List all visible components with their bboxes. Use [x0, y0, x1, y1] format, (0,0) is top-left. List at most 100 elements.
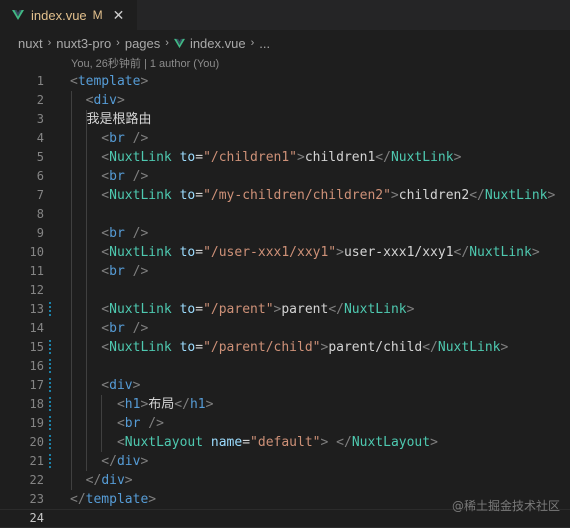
code-token: "/user-xxx1/xxy1" [203, 245, 337, 260]
code-line[interactable]: 8 [0, 205, 570, 224]
chevron-right-icon: › [47, 37, 52, 49]
code-token: div [101, 473, 125, 488]
code-token: </ [174, 397, 190, 412]
code-token: = [195, 340, 204, 355]
code-token: NuxtLink [109, 302, 172, 317]
code-token: NuxtLink [469, 245, 532, 260]
code-token: parent/child [328, 340, 423, 355]
code-editor[interactable]: 1 <template> 2 <div> 3 我是根路由 4 <br /> 5 <Nuxt… [0, 72, 570, 528]
code-token: to [171, 340, 196, 355]
code-text: <br /> [70, 414, 164, 433]
code-token: </ [328, 302, 344, 317]
code-text: <br /> [70, 167, 148, 186]
code-text: <template> [70, 72, 148, 91]
editor-tab-bar: index.vue M ✕ [0, 0, 570, 30]
git-change-marker[interactable] [49, 454, 51, 469]
chevron-right-icon: › [250, 37, 255, 49]
codelens-blame[interactable]: You, 26秒钟前 | 1 author (You) [71, 55, 219, 71]
code-line[interactable]: 5 <NuxtLink to="/children1">children1</N… [0, 148, 570, 167]
line-number: 9 [36, 226, 44, 240]
git-change-marker[interactable] [49, 435, 51, 450]
code-token: > [297, 150, 305, 165]
code-token: > [205, 397, 214, 412]
breadcrumb-item-index-vue[interactable]: index.vue [190, 36, 246, 51]
line-number: 1 [36, 74, 44, 88]
breadcrumb-item-nuxt[interactable]: nuxt [18, 36, 43, 51]
code-line[interactable]: 16 [0, 357, 570, 376]
breadcrumb-item-nuxt3-pro[interactable]: nuxt3-pro [56, 36, 111, 51]
code-token: NuxtLink [484, 188, 548, 203]
code-line[interactable]: 21 </div> [0, 452, 570, 471]
vue-icon [12, 10, 24, 20]
git-change-marker[interactable] [49, 416, 51, 431]
code-token: br [124, 416, 141, 431]
code-text: </template> [70, 490, 156, 509]
line-number: 24 [29, 511, 44, 525]
code-line[interactable]: 20 <NuxtLayout name="default"> </NuxtLay… [0, 433, 570, 452]
code-line[interactable]: 1 <template> [0, 72, 570, 91]
code-token: 布局 [148, 397, 175, 412]
code-token: < [70, 378, 110, 393]
code-token: < [70, 264, 110, 279]
code-token: "/children1" [203, 150, 297, 165]
code-line[interactable]: 3 我是根路由 [0, 110, 570, 129]
code-token: = [195, 302, 204, 317]
git-change-marker[interactable] [49, 378, 51, 393]
code-text: <h1>布局</h1> [70, 395, 213, 414]
code-token: > [453, 150, 462, 165]
code-line[interactable]: 18 <h1>布局</h1> [0, 395, 570, 414]
code-token: = [195, 150, 204, 165]
breadcrumb-item-more[interactable]: ... [259, 36, 270, 51]
code-token: > </ [320, 435, 352, 450]
code-token: < [70, 226, 110, 241]
code-token: NuxtLayout [351, 435, 431, 450]
git-change-marker[interactable] [49, 340, 51, 355]
code-line[interactable]: 11 <br /> [0, 262, 570, 281]
line-number: 3 [36, 112, 44, 126]
code-token: > [531, 245, 540, 260]
code-line[interactable]: 6 <br /> [0, 167, 570, 186]
code-token: < [70, 188, 110, 203]
line-number: 12 [29, 283, 44, 297]
code-token: to [171, 150, 196, 165]
code-text: <br /> [70, 224, 148, 243]
code-line[interactable]: 9 <br /> [0, 224, 570, 243]
code-line[interactable]: 4 <br /> [0, 129, 570, 148]
code-token: /> [140, 416, 164, 431]
code-line[interactable]: 13 <NuxtLink to="/parent">parent</NuxtLi… [0, 300, 570, 319]
breadcrumb-item-pages[interactable]: pages [125, 36, 160, 51]
close-icon[interactable]: ✕ [113, 7, 125, 24]
code-token: < [70, 397, 125, 412]
code-line[interactable]: 12 [0, 281, 570, 300]
code-line[interactable]: 7 <NuxtLink to="/my-children/children2">… [0, 186, 570, 205]
code-line[interactable]: 2 <div> [0, 91, 570, 110]
git-change-marker[interactable] [49, 302, 51, 317]
code-line[interactable]: 15 <NuxtLink to="/parent/child">parent/c… [0, 338, 570, 357]
code-line[interactable]: 10 <NuxtLink to="/user-xxx1/xxy1">user-x… [0, 243, 570, 262]
indent-guide [86, 281, 87, 300]
code-token: > [430, 435, 438, 450]
code-token: /> [124, 264, 149, 279]
code-token: NuxtLayout [124, 435, 204, 450]
code-token: template [85, 492, 149, 507]
vue-icon [173, 38, 185, 48]
code-text: <NuxtLink to="/my-children/children2">ch… [70, 186, 555, 205]
code-token: parent [281, 302, 329, 317]
code-line[interactable]: 17 <div> [0, 376, 570, 395]
git-change-marker[interactable] [49, 397, 51, 412]
code-line[interactable]: 14 <br /> [0, 319, 570, 338]
git-change-marker[interactable] [49, 359, 51, 374]
tab-index-vue[interactable]: index.vue M ✕ [0, 0, 137, 30]
code-token: > [390, 188, 399, 203]
code-token: br [109, 264, 125, 279]
code-text: 我是根路由 [70, 110, 152, 129]
watermark-text: @稀土掘金技术社区 [451, 499, 560, 513]
indent-guide [71, 205, 72, 224]
code-token: "/parent/child" [203, 340, 321, 355]
code-line[interactable]: 22 </div> [0, 471, 570, 490]
code-token: /> [124, 321, 149, 336]
code-token: > [124, 473, 133, 488]
code-line[interactable]: 19 <br /> [0, 414, 570, 433]
code-token: /> [124, 169, 149, 184]
code-text: </div> [70, 471, 133, 490]
